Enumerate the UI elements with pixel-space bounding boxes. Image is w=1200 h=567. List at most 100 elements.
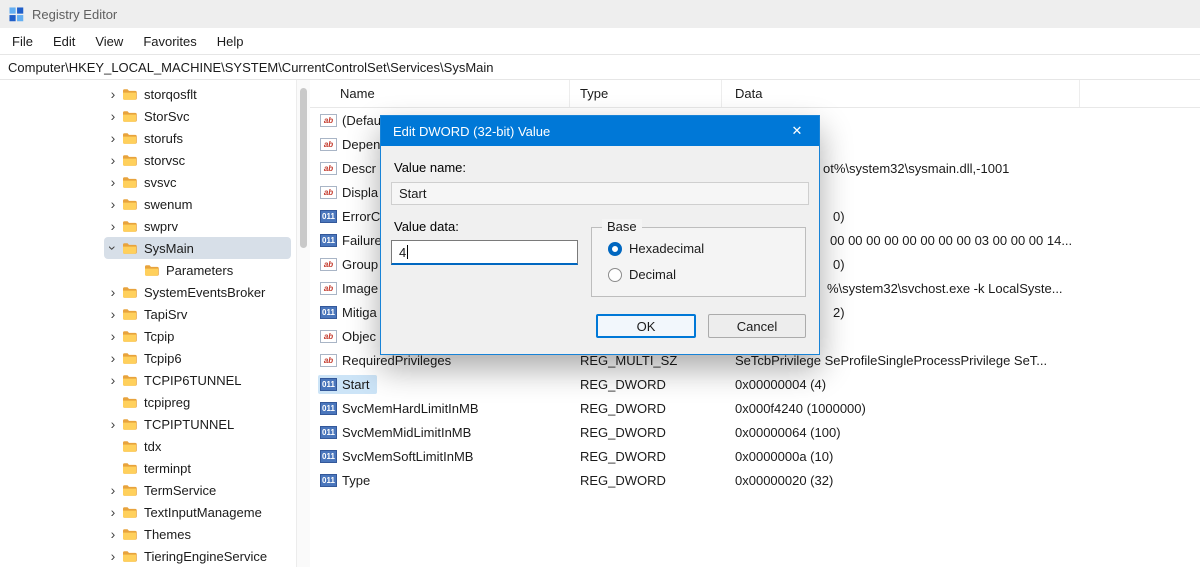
tree-item-TCPIP6TUNNEL[interactable]: › TCPIP6TUNNEL: [0, 369, 296, 391]
value-name-text: Start: [399, 186, 427, 201]
tree-item-TieringEngineService[interactable]: › TieringEngineService: [0, 545, 296, 567]
string-value-icon: ab: [320, 185, 337, 199]
tree-item-TCPIPTUNNEL[interactable]: › TCPIPTUNNEL: [0, 413, 296, 435]
folder-icon: [122, 418, 138, 431]
tree-item-Themes[interactable]: › Themes: [0, 523, 296, 545]
folder-icon: [122, 242, 138, 255]
folder-icon: [122, 506, 138, 519]
chevron-right-icon[interactable]: ›: [104, 283, 122, 301]
value-chip: 011 ErrorC: [318, 207, 388, 226]
chevron-right-icon[interactable]: ›: [104, 305, 122, 323]
folder-icon: [122, 330, 138, 343]
value-row-SvcMemSoftLimitInMB[interactable]: 011 SvcMemSoftLimitInMB REG_DWORD 0x0000000…: [310, 444, 1200, 468]
value-name-cell: 011 Type: [310, 468, 570, 492]
chevron-right-icon[interactable]: ›: [104, 151, 122, 169]
chevron-right-icon[interactable]: ›: [104, 503, 122, 521]
value-data-cell: 0x0000000a (10): [735, 448, 834, 464]
value-data-cell: 0x00000020 (32): [735, 472, 834, 488]
chevron-down-icon[interactable]: ›: [104, 239, 122, 257]
string-value-icon: ab: [320, 137, 337, 151]
value-chip: ab Group: [318, 255, 386, 274]
tree-item-storufs[interactable]: › storufs: [0, 127, 296, 149]
value-name-cell: 011 SvcMemSoftLimitInMB: [310, 444, 570, 468]
value-row-Start[interactable]: 011 Start REG_DWORD 0x00000004 (4): [310, 372, 1200, 396]
tree-item-label: StorSvc: [144, 108, 190, 124]
chevron-right-icon[interactable]: ›: [104, 525, 122, 543]
value-name-cell: 011 SvcMemMidLimitInMB: [310, 420, 570, 444]
value-data-input[interactable]: 4: [391, 240, 578, 265]
value-row-SvcMemHardLimitInMB[interactable]: 011 SvcMemHardLimitInMB REG_DWORD 0x000f424…: [310, 396, 1200, 420]
base-group-label: Base: [602, 219, 642, 234]
chevron-right-icon[interactable]: ›: [104, 415, 122, 433]
value-name-cell: 011 SvcMemHardLimitInMB: [310, 396, 570, 420]
value-row-Type[interactable]: 011 Type REG_DWORD 0x00000020 (32): [310, 468, 1200, 492]
tree-item-swenum[interactable]: › swenum: [0, 193, 296, 215]
tree-item-Tcpip6[interactable]: › Tcpip6: [0, 347, 296, 369]
menu-help[interactable]: Help: [207, 31, 254, 52]
scrollbar-thumb[interactable]: [300, 88, 307, 248]
radio-hexadecimal[interactable]: Hexadecimal: [608, 241, 704, 256]
chevron-right-icon[interactable]: ›: [104, 327, 122, 345]
value-name-label: Type: [342, 472, 371, 488]
chevron-right-icon[interactable]: ›: [104, 349, 122, 367]
folder-icon: [122, 88, 138, 101]
chevron-right-icon[interactable]: ›: [104, 481, 122, 499]
tree-item-Parameters[interactable]: Parameters: [0, 259, 296, 281]
value-type-cell: REG_DWORD: [580, 376, 666, 392]
value-data-label: Value data:: [394, 219, 459, 234]
value-name-cell: 011 Start: [310, 372, 570, 396]
value-row-SvcMemMidLimitInMB[interactable]: 011 SvcMemMidLimitInMB REG_DWORD 0x00000064…: [310, 420, 1200, 444]
tree-item-svsvc[interactable]: › svsvc: [0, 171, 296, 193]
menu-favorites[interactable]: Favorites: [133, 31, 206, 52]
dword-value-icon: 011: [320, 401, 337, 415]
column-header-label: Type: [580, 86, 609, 101]
tree-item-storqosflt[interactable]: › storqosflt: [0, 83, 296, 105]
tree-scrollbar[interactable]: [296, 80, 310, 567]
tree-item-label: terminpt: [144, 460, 191, 476]
folder-icon: [122, 176, 138, 189]
tree-item-tdx[interactable]: tdx: [0, 435, 296, 457]
tree-item-TermService[interactable]: › TermService: [0, 479, 296, 501]
tree-item-label: tdx: [144, 438, 162, 454]
tree-item-Tcpip[interactable]: › Tcpip: [0, 325, 296, 347]
column-header-data[interactable]: Data: [722, 80, 1080, 107]
column-header-type[interactable]: Type: [570, 80, 722, 107]
value-chip: 011 SvcMemHardLimitInMB: [318, 399, 487, 418]
chevron-right-icon[interactable]: ›: [104, 547, 122, 565]
menu-view[interactable]: View: [85, 31, 133, 52]
chevron-right-icon[interactable]: ›: [104, 85, 122, 103]
chevron-right-icon[interactable]: ›: [104, 107, 122, 125]
chevron-right-icon[interactable]: ›: [104, 195, 122, 213]
address-bar[interactable]: Computer\HKEY_LOCAL_MACHINE\SYSTEM\Curre…: [0, 54, 1200, 80]
ok-button[interactable]: OK: [596, 314, 696, 338]
tree-item-TapiSrv[interactable]: › TapiSrv: [0, 303, 296, 325]
tree-item-StorSvc[interactable]: › StorSvc: [0, 105, 296, 127]
value-name-field[interactable]: Start: [391, 182, 809, 205]
chevron-right-icon[interactable]: ›: [104, 129, 122, 147]
folder-icon: [122, 198, 138, 211]
dword-value-icon: 011: [320, 233, 337, 247]
column-header-label: Data: [735, 86, 763, 101]
chevron-right-icon[interactable]: ›: [104, 217, 122, 235]
radio-decimal[interactable]: Decimal: [608, 267, 676, 282]
tree-item-storvsc[interactable]: › storvsc: [0, 149, 296, 171]
value-chip: 011 SvcMemSoftLimitInMB: [318, 447, 481, 466]
chevron-right-icon[interactable]: ›: [104, 371, 122, 389]
menu-edit[interactable]: Edit: [43, 31, 85, 52]
value-name-label: (Defaul: [342, 112, 384, 128]
dword-value-icon: 011: [320, 209, 337, 223]
tree-item-terminpt[interactable]: terminpt: [0, 457, 296, 479]
chevron-right-icon[interactable]: ›: [104, 173, 122, 191]
tree-item-label: SystemEventsBroker: [144, 284, 266, 300]
close-icon[interactable]: ✕: [775, 116, 819, 146]
cancel-button[interactable]: Cancel: [708, 314, 806, 338]
value-type-cell: REG_DWORD: [580, 424, 666, 440]
folder-icon: [122, 528, 138, 541]
tree-item-SystemEventsBroker[interactable]: › SystemEventsBroker: [0, 281, 296, 303]
menu-file[interactable]: File: [2, 31, 43, 52]
column-header-name[interactable]: Name: [310, 80, 570, 107]
tree-item-TextInputManageme[interactable]: › TextInputManageme: [0, 501, 296, 523]
tree-item-SysMain[interactable]: › SysMain: [0, 237, 296, 259]
tree-item-swprv[interactable]: › swprv: [0, 215, 296, 237]
tree-item-tcpipreg[interactable]: tcpipreg: [0, 391, 296, 413]
